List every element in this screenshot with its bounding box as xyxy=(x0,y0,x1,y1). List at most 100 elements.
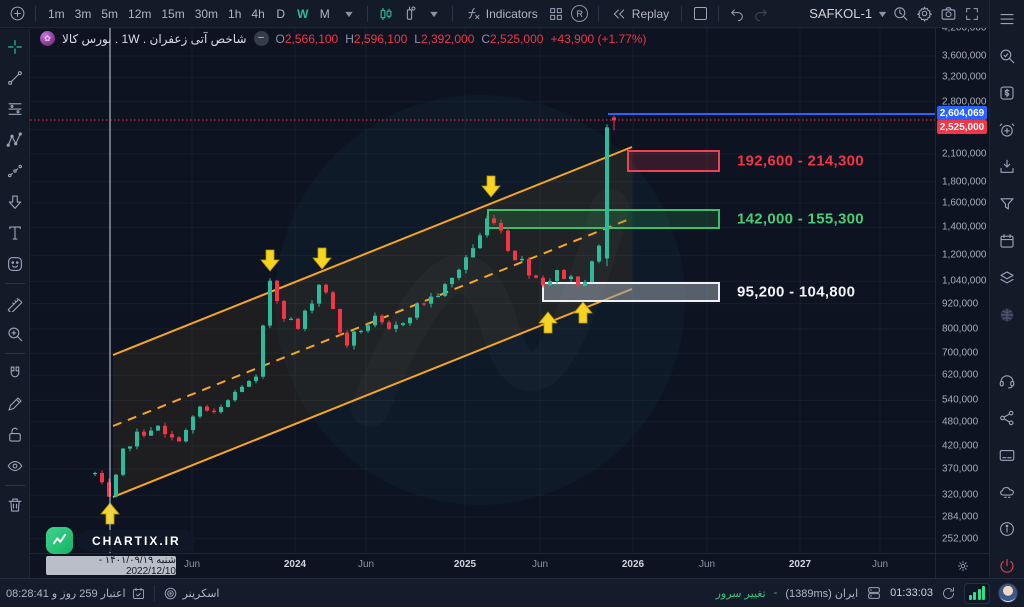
tool-separator xyxy=(5,485,25,486)
emoji-tool-icon[interactable] xyxy=(3,252,27,276)
candle-body xyxy=(520,259,524,260)
legend-collapse-icon[interactable]: – xyxy=(254,31,269,46)
lock-all-tool-icon[interactable] xyxy=(3,423,27,447)
user-avatar[interactable] xyxy=(998,583,1018,603)
candle-body xyxy=(142,432,146,436)
candlestick-style-icon[interactable] xyxy=(375,3,397,25)
candle-body xyxy=(605,127,609,258)
delete-trash-icon[interactable] xyxy=(3,493,27,517)
toolbar-separator xyxy=(35,6,36,22)
tf-button-3m[interactable]: 3m xyxy=(70,3,97,25)
payment-card-icon[interactable] xyxy=(995,443,1019,467)
candle-body xyxy=(555,270,559,281)
screenshot-camera-icon[interactable] xyxy=(937,3,959,25)
layout-grid-icon[interactable] xyxy=(545,3,567,25)
trendline-tool-icon[interactable] xyxy=(3,66,27,90)
crosshair-tool-icon[interactable] xyxy=(3,35,27,59)
refresh-icon[interactable] xyxy=(941,586,956,601)
measure-ruler-tool-icon[interactable] xyxy=(3,291,27,315)
change-server-link[interactable]: تغییر سرور xyxy=(716,587,766,600)
chartix-brand[interactable]: CHARTIX.IR xyxy=(46,527,195,554)
axis-settings-corner[interactable] xyxy=(935,553,989,578)
tf-button-1h[interactable]: 1h xyxy=(223,3,246,25)
share-icon[interactable] xyxy=(995,406,1019,430)
support-headset-icon[interactable] xyxy=(995,369,1019,393)
top-toolbar: 1m3m5m12m15m30m1h4hDWM ▼ ▼ Indicators R … xyxy=(0,0,989,28)
tf-button-D[interactable]: D xyxy=(270,3,292,25)
replay-button[interactable]: Replay xyxy=(606,3,674,25)
watchlist-search-icon[interactable] xyxy=(995,44,1019,68)
tf-button-15m[interactable]: 15m xyxy=(156,3,189,25)
download-tray-icon[interactable] xyxy=(995,155,1019,179)
candle-body xyxy=(527,259,531,276)
candle-body xyxy=(485,219,489,236)
forecast-tool-icon[interactable] xyxy=(3,159,27,183)
candle-body xyxy=(205,407,209,411)
fullscreen-icon[interactable] xyxy=(961,3,983,25)
price-tick: 540,000 xyxy=(942,395,978,406)
candle-body xyxy=(408,318,412,324)
price-tick: 3,200,000 xyxy=(942,72,987,83)
zone-range-label-1: 142,000 - 155,300 xyxy=(737,211,864,228)
time-axis[interactable]: شنبه ۱۴۰۱/۰۹/۱۹ - 2022/12/10 Jun2024Jun2… xyxy=(30,553,935,578)
price-tick: 1,400,000 xyxy=(942,222,987,233)
xabcd-pattern-tool-icon[interactable] xyxy=(3,128,27,152)
redo-icon[interactable] xyxy=(750,3,772,25)
screener-funnel-icon[interactable] xyxy=(995,192,1019,216)
indicators-label: Indicators xyxy=(486,7,538,21)
chartix-app: 1m3m5m12m15m30m1h4hDWM ▼ ▼ Indicators R … xyxy=(0,0,1024,607)
screener-button[interactable]: اسکرینر xyxy=(163,586,220,601)
price-dollar-icon[interactable] xyxy=(995,81,1019,105)
tf-button-4h[interactable]: 4h xyxy=(246,3,269,25)
hide-drawings-eye-icon[interactable] xyxy=(3,454,27,478)
time-tick: 2025 xyxy=(454,559,476,570)
globe-icon[interactable] xyxy=(995,303,1019,327)
add-symbol-icon[interactable] xyxy=(6,3,28,25)
replay-label: Replay xyxy=(632,7,669,21)
candle-body xyxy=(282,301,286,319)
single-layout-icon[interactable] xyxy=(689,3,711,25)
chart-style-secondary-icon[interactable] xyxy=(399,3,421,25)
tf-button-5m[interactable]: 5m xyxy=(96,3,123,25)
tf-button-12m[interactable]: 12m xyxy=(123,3,156,25)
magnet-tool-icon[interactable] xyxy=(3,361,27,385)
candle-body xyxy=(401,323,405,325)
price-tick: 620,000 xyxy=(942,370,978,381)
tf-button-M[interactable]: M xyxy=(314,3,336,25)
symbol-selector-button[interactable]: SAFKOL-1 ▼ xyxy=(809,3,887,25)
r-mode-icon[interactable]: R xyxy=(569,3,591,25)
market-depth-bars-icon[interactable] xyxy=(964,583,990,604)
symbol-title[interactable]: شاخص آتی زعفران . 1W . بورس کالا xyxy=(62,32,247,46)
settings-gear-icon[interactable] xyxy=(913,3,935,25)
candle-body xyxy=(324,285,328,293)
calendar-icon[interactable] xyxy=(995,229,1019,253)
style-chevron-icon[interactable]: ▼ xyxy=(418,3,449,25)
fib-retracement-tool-icon[interactable] xyxy=(3,97,27,121)
notifications-bells-icon[interactable] xyxy=(995,480,1019,504)
candle-body xyxy=(471,248,475,257)
menu-hamburger-icon[interactable] xyxy=(995,7,1019,31)
time-tick: Jun xyxy=(184,559,200,570)
info-icon[interactable] xyxy=(995,517,1019,541)
drawing-lock-tool-icon[interactable] xyxy=(3,392,27,416)
candle-body xyxy=(226,400,230,407)
undo-icon[interactable] xyxy=(726,3,748,25)
zone-box-1 xyxy=(488,210,719,228)
indicators-button[interactable]: Indicators xyxy=(460,3,543,25)
market-scanner-icon[interactable] xyxy=(889,3,911,25)
chart-canvas[interactable]: 192,600 - 214,300142,000 - 155,30095,200… xyxy=(30,28,935,553)
arrow-shape-tool-icon[interactable] xyxy=(3,190,27,214)
tf-button-W[interactable]: W xyxy=(292,3,314,25)
candle-body xyxy=(422,303,426,304)
text-tool-icon[interactable] xyxy=(3,221,27,245)
layers-icon[interactable] xyxy=(995,266,1019,290)
tf-button-30m[interactable]: 30m xyxy=(190,3,223,25)
price-axis[interactable]: 4,200,0003,600,0003,200,0002,800,0002,40… xyxy=(935,28,989,553)
zoom-in-tool-icon[interactable] xyxy=(3,322,27,346)
timeframe-chevron-icon[interactable]: ▼ xyxy=(333,3,364,25)
toolbar-separator xyxy=(681,6,682,22)
alerts-alarm-icon[interactable] xyxy=(995,118,1019,142)
logout-power-icon[interactable] xyxy=(995,554,1019,578)
tf-button-1m[interactable]: 1m xyxy=(43,3,70,25)
candle-body xyxy=(506,231,510,251)
